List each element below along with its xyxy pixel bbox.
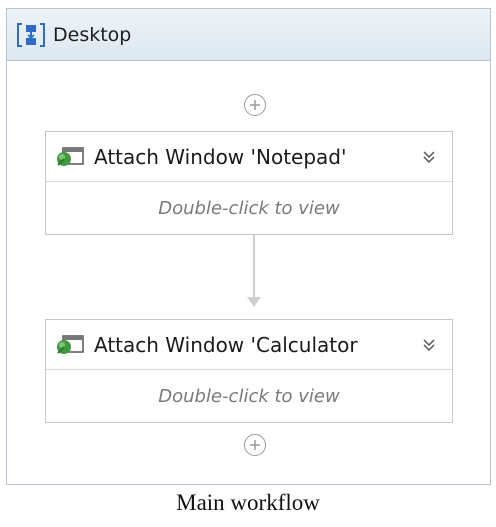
activity-header[interactable]: Attach Window 'Notepad' xyxy=(46,132,452,182)
activity-body-hint[interactable]: Double-click to view xyxy=(46,370,452,422)
figure-caption: Main workflow xyxy=(176,490,320,515)
double-chevron-down-icon[interactable] xyxy=(416,144,442,170)
activity-header[interactable]: Attach Window 'Calculator xyxy=(46,320,452,370)
plus-circle-icon xyxy=(250,440,260,450)
activity-attach-notepad[interactable]: Attach Window 'Notepad' Double-click to … xyxy=(45,131,453,235)
sequence-icon xyxy=(13,20,49,50)
sequence-header[interactable]: Desktop xyxy=(7,9,490,61)
flow-arrow-icon xyxy=(247,297,261,307)
add-activity-bottom-button[interactable] xyxy=(244,434,266,456)
double-chevron-down-icon[interactable] xyxy=(416,332,442,358)
activity-attach-calculator[interactable]: Attach Window 'Calculator Double-click t… xyxy=(45,319,453,423)
add-activity-top-button[interactable] xyxy=(244,94,266,116)
attach-window-icon xyxy=(54,143,86,171)
sequence-title: Desktop xyxy=(53,23,132,46)
plus-circle-icon xyxy=(250,100,260,110)
activity-body-hint[interactable]: Double-click to view xyxy=(46,182,452,234)
flow-connector-line xyxy=(253,235,255,297)
activity-title: Attach Window 'Calculator xyxy=(94,332,358,357)
activity-title: Attach Window 'Notepad' xyxy=(94,144,347,169)
attach-window-icon xyxy=(54,331,86,359)
